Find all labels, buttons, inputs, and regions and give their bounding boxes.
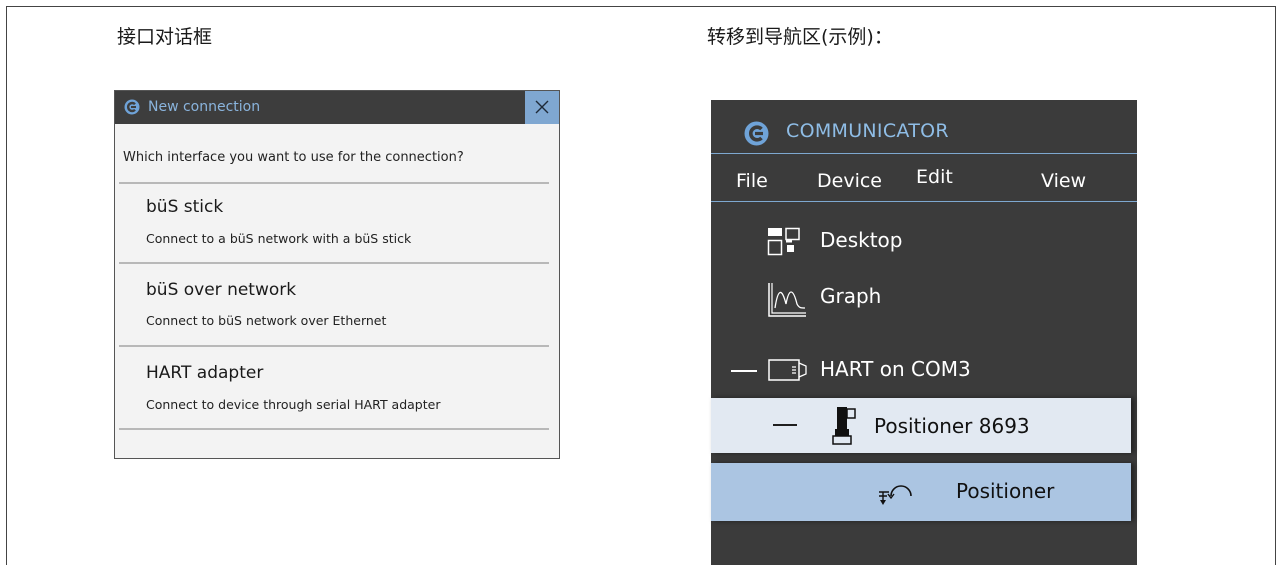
close-button[interactable] xyxy=(525,91,559,124)
nav-label-positioner-8693: Positioner 8693 xyxy=(874,414,1030,438)
nav-label-desktop: Desktop xyxy=(820,228,903,252)
menu-view[interactable]: View xyxy=(1041,170,1086,192)
nav-item-positioner[interactable]: Positioner xyxy=(711,463,1131,521)
new-connection-dialog: New connection Which interface you want … xyxy=(114,90,560,459)
device-icon xyxy=(832,407,856,445)
dialog-title-bar: New connection xyxy=(115,91,559,124)
frame-left-border xyxy=(6,6,7,565)
divider xyxy=(119,262,549,264)
process-icon xyxy=(879,485,912,505)
divider xyxy=(119,182,549,184)
frame-right-border xyxy=(1275,6,1276,565)
communicator-logo-icon xyxy=(124,99,140,115)
option-title: büS stick xyxy=(146,197,224,217)
communicator-panel: COMMUNICATOR File Device Edit View Deskt… xyxy=(711,100,1137,565)
menu-file[interactable]: File xyxy=(736,170,768,192)
option-description: Connect to a büS network with a büS stic… xyxy=(146,231,412,246)
option-description: Connect to device through serial HART ad… xyxy=(146,397,441,412)
menu-bottom-line xyxy=(711,201,1137,202)
interface-icon xyxy=(768,359,807,381)
menu-device[interactable]: Device xyxy=(817,170,882,192)
nav-label-hart: HART on COM3 xyxy=(820,357,971,381)
collapse-toggle[interactable] xyxy=(773,424,797,426)
divider xyxy=(119,428,549,430)
communicator-logo-icon xyxy=(744,121,769,146)
option-description: Connect to büS network over Ethernet xyxy=(146,313,387,328)
option-title: büS over network xyxy=(146,280,297,300)
menu-edit[interactable]: Edit xyxy=(916,166,953,188)
nav-label-graph: Graph xyxy=(820,284,882,308)
left-heading: 接口对话框 xyxy=(117,26,213,48)
close-icon xyxy=(535,100,549,114)
collapse-toggle[interactable] xyxy=(731,370,757,372)
menu-top-line xyxy=(711,153,1137,154)
app-title: COMMUNICATOR xyxy=(786,120,949,142)
graph-icon xyxy=(768,283,806,317)
right-heading: 转移到导航区(示例)： xyxy=(707,26,893,48)
divider xyxy=(119,345,549,347)
frame-top-border xyxy=(6,6,1275,7)
desktop-icon xyxy=(767,227,800,256)
nav-item-positioner-8693[interactable]: Positioner 8693 xyxy=(711,398,1131,453)
nav-label-positioner: Positioner xyxy=(956,479,1055,503)
dialog-title: New connection xyxy=(148,99,261,115)
option-title: HART adapter xyxy=(146,363,264,383)
dialog-prompt: Which interface you want to use for the … xyxy=(123,150,464,165)
